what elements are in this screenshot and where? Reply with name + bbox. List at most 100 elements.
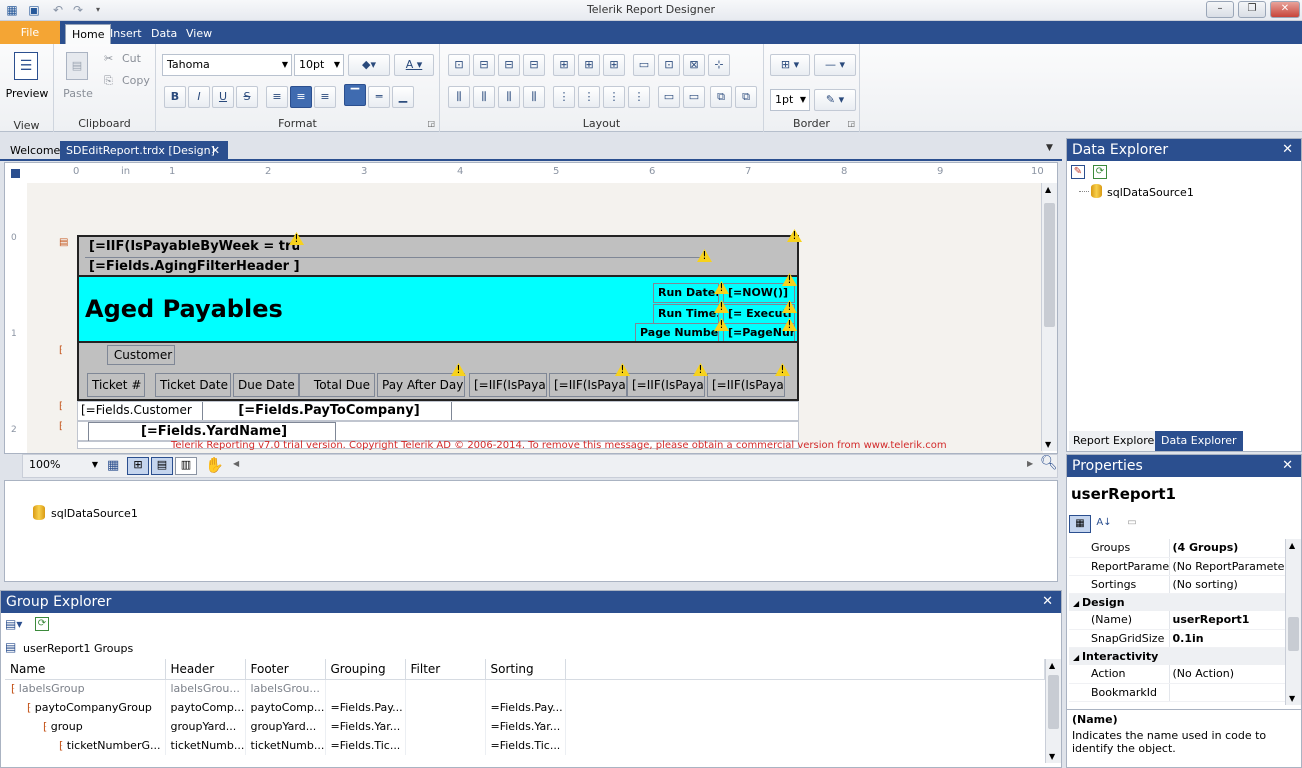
cut-button[interactable]: Cut xyxy=(122,52,141,65)
scroll-up-icon[interactable]: ▲ xyxy=(1045,185,1051,194)
add-group-icon[interactable]: ▤▾ xyxy=(5,617,22,631)
property-row[interactable]: Groups (4 Groups) xyxy=(1069,539,1287,558)
group-footer-cell[interactable]: paytoComp... xyxy=(245,698,326,717)
border-width-select[interactable]: 1pt ▼ xyxy=(770,89,810,111)
property-row[interactable]: Action (No Action) xyxy=(1069,665,1287,684)
aging-filter-field[interactable]: [=Fields.AgingFilterHeader ] xyxy=(85,257,705,276)
vspace-remove-icon[interactable]: ⋮ xyxy=(628,86,650,108)
hspace-equal-icon[interactable]: ⫼ xyxy=(448,86,470,108)
close-icon[interactable]: ✕ xyxy=(1282,139,1293,161)
property-row[interactable]: BookmarkId xyxy=(1069,683,1287,702)
page-number-label[interactable]: Page Number: xyxy=(635,323,719,343)
group-header-cell[interactable]: paytoComp... xyxy=(165,698,246,717)
table-row[interactable]: ⁅ labelsGroup labelsGrou... labelsGrou... xyxy=(5,679,1045,698)
refresh-icon[interactable]: ⟳ xyxy=(35,617,49,631)
size-to-grid-icon[interactable]: ▭ xyxy=(633,54,655,76)
customer-field[interactable]: [=Fields.Customer xyxy=(81,403,192,417)
band-icon[interactable]: ▤ xyxy=(59,237,69,249)
group-sorting-cell[interactable]: =Fields.Tic... xyxy=(485,736,566,755)
group-filter-cell[interactable] xyxy=(405,698,486,717)
group-header-cell[interactable]: groupYard... xyxy=(165,717,246,736)
align-rights-icon[interactable]: ⊟ xyxy=(498,54,520,76)
group-vscroll[interactable]: ▲ ▼ xyxy=(1045,659,1061,763)
group-grouping-cell[interactable] xyxy=(325,679,406,698)
alphabetical-icon[interactable]: A↓ xyxy=(1093,515,1115,533)
property-value[interactable]: userReport1 xyxy=(1169,611,1287,630)
zoom-magnifier-icon[interactable]: 🔍︎ xyxy=(1040,455,1058,471)
paste-icon[interactable]: ▤ xyxy=(66,52,88,80)
column-header[interactable]: Ticket Date xyxy=(155,373,231,397)
table-row[interactable]: ⁅ group groupYard... groupYard... =Fields.Y… xyxy=(5,717,1045,736)
column-header[interactable]: Due Date xyxy=(233,373,299,397)
copy-button[interactable]: Copy xyxy=(122,74,150,87)
align-top-icon[interactable]: ▔ xyxy=(344,84,366,106)
close-button[interactable]: ✕ xyxy=(1270,1,1300,18)
tab-report-explorer[interactable]: Report Explorer xyxy=(1069,431,1163,451)
column-header[interactable]: Pay After Day xyxy=(377,373,465,397)
header-expression[interactable]: [=IIF(IsPayableByWeek = true xyxy=(85,238,299,256)
scroll-down-icon[interactable]: ▼ xyxy=(1045,440,1051,449)
run-date-label[interactable]: Run Date: xyxy=(653,283,719,303)
align-middles-icon[interactable]: ⊞ xyxy=(553,54,575,76)
snap-grid-icon[interactable]: ⊹ xyxy=(708,54,730,76)
bold-button[interactable]: B xyxy=(164,86,186,108)
property-value[interactable]: (No sorting) xyxy=(1169,575,1287,594)
close-icon[interactable]: ✕ xyxy=(1282,455,1293,477)
designer-vscroll[interactable]: ▲ ▼ xyxy=(1041,183,1057,451)
property-category[interactable]: ◢ Interactivity xyxy=(1069,647,1287,665)
align-right-icon[interactable]: ≡ xyxy=(314,86,336,108)
company-group-header[interactable]: [=Fields.Customer [=Fields.PayToCompany] xyxy=(77,401,799,421)
group-grouping-cell[interactable]: =Fields.Tic... xyxy=(325,736,406,755)
collapse-icon[interactable]: ◢ xyxy=(1073,599,1082,608)
group-sorting-cell[interactable] xyxy=(485,679,566,698)
pay-to-company-field[interactable]: [=Fields.PayToCompany] xyxy=(202,402,452,420)
group-name-cell[interactable]: ⁅ labelsGroup xyxy=(5,679,166,698)
scroll-thumb[interactable] xyxy=(1288,617,1299,651)
align-centers-icon[interactable]: ⊟ xyxy=(473,54,495,76)
group-name-cell[interactable]: ⁅ group xyxy=(5,717,166,736)
font-size-select[interactable]: 10pt ▼ xyxy=(294,54,344,76)
pan-hand-icon[interactable]: ✋ xyxy=(205,456,224,474)
tab-design[interactable]: SDEditReport.trdx [Design] ✕ xyxy=(60,141,228,161)
group-header-cell[interactable]: ticketNumb... xyxy=(165,736,246,755)
group-name-cell[interactable]: ⁅ ticketNumberG... xyxy=(5,736,166,755)
collapse-icon[interactable]: ◢ xyxy=(1073,653,1082,662)
report-title[interactable]: Aged Payables xyxy=(85,295,283,323)
page-header-band[interactable]: [=IIF(IsPayableByWeek = true [=Fields.Ag… xyxy=(77,235,799,277)
hspace-dec-icon[interactable]: ⫼ xyxy=(498,86,520,108)
preview-icon[interactable]: ☰ xyxy=(14,52,38,80)
table-row[interactable]: ⁅ paytoCompanyGroup paytoComp... paytoComp… xyxy=(5,698,1045,717)
properties-vscroll[interactable]: ▲ ▼ xyxy=(1285,539,1301,705)
scroll-down-icon[interactable]: ▼ xyxy=(1049,752,1055,761)
column-header[interactable]: Ticket # xyxy=(87,373,145,397)
center-vert-icon[interactable]: ▭ xyxy=(683,86,705,108)
scroll-down-icon[interactable]: ▼ xyxy=(1289,694,1295,703)
group-filter-cell[interactable] xyxy=(405,679,486,698)
column-header[interactable]: [=IIF(IsPaya xyxy=(707,373,785,397)
column-header-header[interactable]: Header xyxy=(165,659,246,680)
property-pages-icon[interactable]: ▭ xyxy=(1123,515,1141,533)
customer-header[interactable]: Customer xyxy=(107,345,175,365)
categorized-icon[interactable]: ▦ xyxy=(1069,515,1091,533)
maximize-button[interactable]: ❐ xyxy=(1238,1,1266,18)
dimensions-icon[interactable]: ▥ xyxy=(175,457,197,475)
group-header-icon[interactable]: ⁅ xyxy=(59,401,69,413)
snap-to-lines-icon[interactable]: ▤ xyxy=(151,457,173,475)
column-header[interactable]: [=IIF(IsPaya xyxy=(469,373,547,397)
category-cell[interactable]: ◢ Design xyxy=(1069,593,1287,611)
column-header-footer[interactable]: Footer xyxy=(245,659,326,680)
zoom-select[interactable]: 100% ▼ xyxy=(25,457,101,475)
grid-icon[interactable]: ▦ xyxy=(107,458,119,473)
property-value[interactable]: (No Action) xyxy=(1169,665,1287,684)
align-bottom-icon[interactable]: ▁ xyxy=(392,86,414,108)
font-color-button[interactable]: A ▾ xyxy=(394,54,434,76)
edit-datasource-icon[interactable]: ✎ xyxy=(1071,165,1085,179)
border-launcher-icon[interactable]: ◲ xyxy=(847,119,855,128)
scroll-thumb[interactable] xyxy=(1044,203,1055,327)
hspace-remove-icon[interactable]: ⫼ xyxy=(523,86,545,108)
preview-button[interactable]: Preview xyxy=(0,87,54,100)
property-value[interactable]: (No ReportParameters xyxy=(1169,557,1287,576)
hspace-inc-icon[interactable]: ⫼ xyxy=(473,86,495,108)
report-title-band[interactable]: Aged Payables Run Date: [=NOW()] Run Tim… xyxy=(77,275,799,343)
scroll-right-icon[interactable]: ▶ xyxy=(1027,459,1033,468)
